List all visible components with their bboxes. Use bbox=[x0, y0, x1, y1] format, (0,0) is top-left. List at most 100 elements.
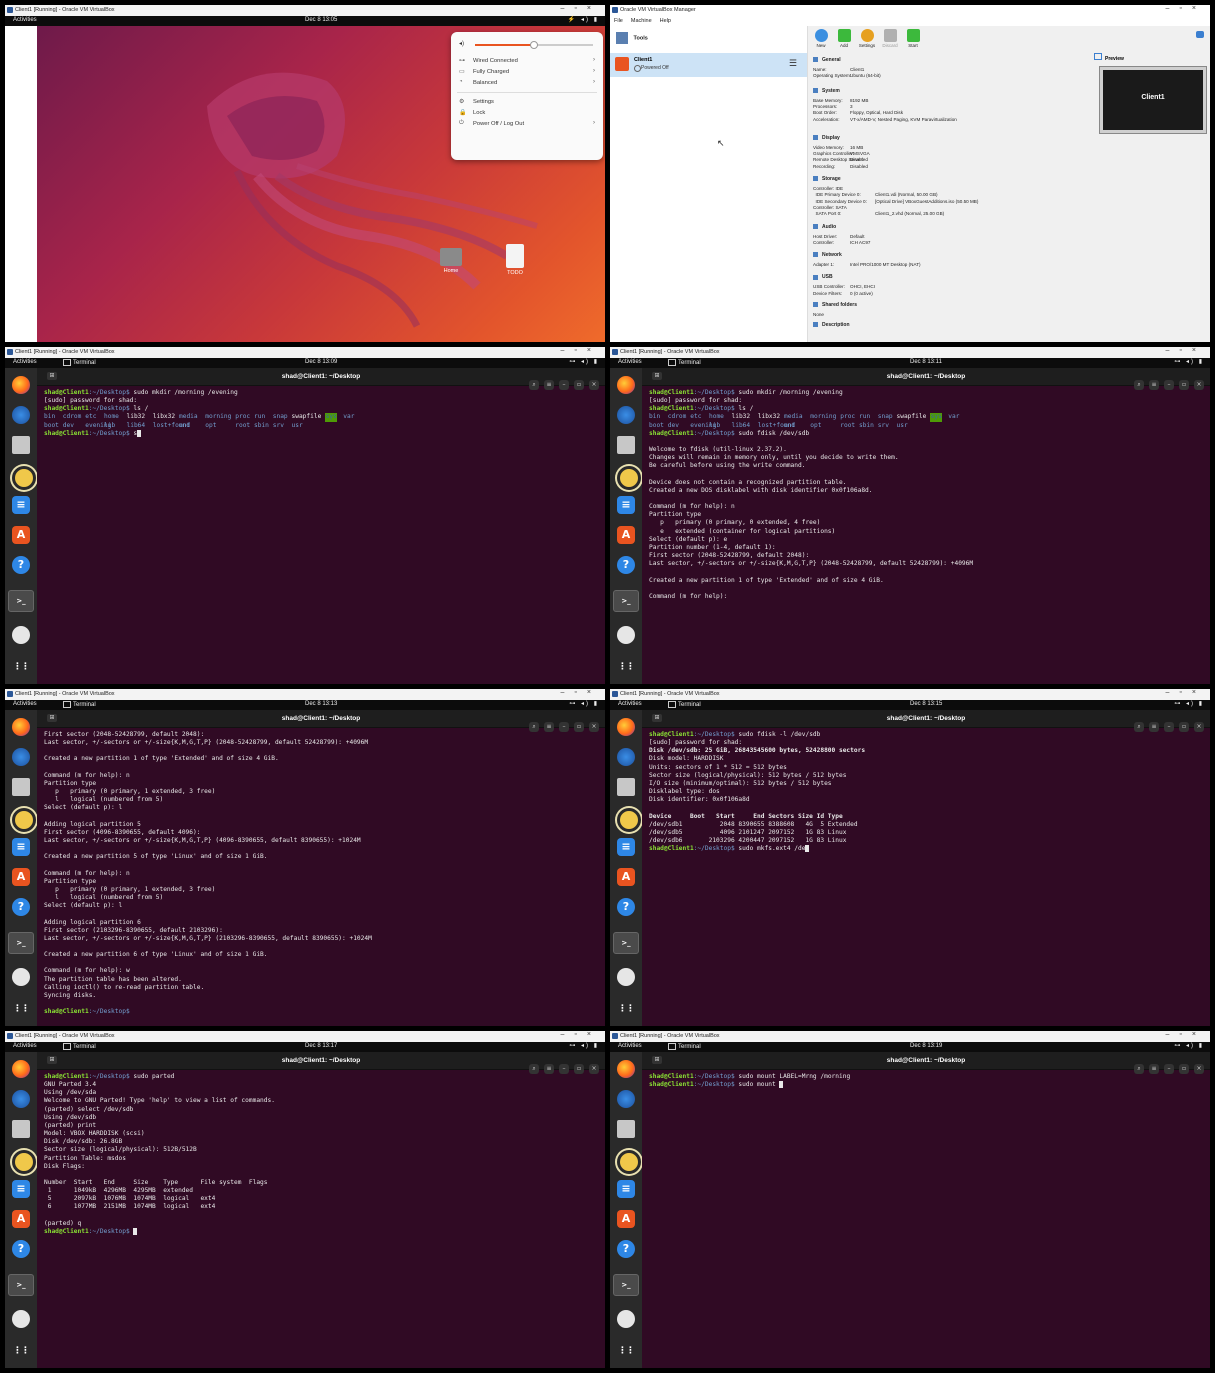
terminal-window[interactable]: ⊞ shad@Client1: ~/Desktop ⌕ ≡ – ▫ × shad@Client… bbox=[37, 368, 605, 684]
menu-machine[interactable]: Machine bbox=[631, 18, 652, 24]
activities-button[interactable]: Activities bbox=[13, 1043, 37, 1049]
activities-button[interactable]: Activities bbox=[13, 359, 37, 365]
help-icon[interactable]: ? bbox=[617, 1240, 635, 1258]
app-menu[interactable]: Terminal bbox=[668, 359, 701, 366]
details-section-header[interactable]: Shared folders bbox=[813, 302, 857, 308]
rhythmbox-icon[interactable] bbox=[12, 1150, 36, 1174]
terminal-icon[interactable]: >_ bbox=[613, 932, 639, 954]
activities-button[interactable]: Activities bbox=[618, 359, 642, 365]
menu-help[interactable]: Help bbox=[660, 18, 671, 24]
details-section-header[interactable]: Network bbox=[813, 252, 842, 258]
firefox-icon[interactable] bbox=[12, 376, 30, 394]
system-tray[interactable]: ⚡ ◂) ▮ bbox=[568, 16, 599, 23]
toolbar-discard-button[interactable]: Discard bbox=[879, 27, 901, 48]
help-icon[interactable] bbox=[1196, 31, 1204, 38]
files-icon[interactable] bbox=[12, 436, 30, 454]
window-controls[interactable]: –▫× bbox=[561, 347, 601, 354]
rhythmbox-icon[interactable] bbox=[617, 808, 641, 832]
toolbar-settings-button[interactable]: Settings bbox=[856, 27, 878, 48]
show-apps-icon[interactable]: ⋮⋮ bbox=[617, 1000, 635, 1018]
firefox-icon[interactable] bbox=[12, 718, 30, 736]
dvd-icon[interactable] bbox=[617, 968, 635, 986]
help-icon[interactable]: ? bbox=[617, 556, 635, 574]
terminal-icon[interactable]: >_ bbox=[613, 590, 639, 612]
system-menu-item[interactable]: ▭ Fully Charged › bbox=[459, 67, 595, 78]
tools-item[interactable]: Tools bbox=[616, 32, 648, 46]
clock[interactable]: Dec 8 13:15 bbox=[910, 701, 942, 707]
details-section-header[interactable]: Audio bbox=[813, 224, 836, 230]
rhythmbox-icon[interactable] bbox=[12, 466, 36, 490]
volume-slider[interactable]: ◂) bbox=[459, 41, 595, 49]
toolbar-add-button[interactable]: Add bbox=[833, 27, 855, 48]
help-icon[interactable]: ? bbox=[617, 898, 635, 916]
toolbar-start-button[interactable]: Start bbox=[902, 27, 924, 48]
menu-file[interactable]: File bbox=[614, 18, 623, 24]
window-controls[interactable]: –▫× bbox=[561, 689, 601, 696]
files-icon[interactable] bbox=[617, 778, 635, 796]
thunderbird-icon[interactable] bbox=[617, 1090, 635, 1108]
terminal-icon[interactable]: >_ bbox=[8, 590, 34, 612]
window-controls[interactable]: –▫× bbox=[1166, 689, 1206, 696]
terminal-window[interactable]: ⊞ shad@Client1: ~/Desktop ⌕ ≡ – ▫ × shad@Client… bbox=[642, 1052, 1210, 1368]
rhythmbox-icon[interactable] bbox=[617, 1150, 641, 1174]
desktop-icon-home[interactable]: Home bbox=[437, 248, 465, 274]
terminal-icon[interactable]: >_ bbox=[8, 932, 34, 954]
details-section-header[interactable]: System bbox=[813, 88, 840, 94]
system-tray[interactable]: ⊶ ◂) ▮ bbox=[1174, 1042, 1204, 1049]
clock[interactable]: Dec 8 13:11 bbox=[910, 359, 942, 365]
help-icon[interactable]: ? bbox=[12, 556, 30, 574]
dvd-icon[interactable] bbox=[12, 968, 30, 986]
system-menu-item[interactable]: ◔ Balanced › bbox=[459, 78, 595, 89]
terminal-icon[interactable]: >_ bbox=[613, 1274, 639, 1296]
clock[interactable]: Dec 8 13:13 bbox=[305, 701, 337, 707]
libreoffice-writer-icon[interactable]: ≡ bbox=[12, 838, 30, 856]
system-menu-item[interactable]: ⚙ Settings bbox=[459, 97, 595, 108]
details-section-header[interactable]: Storage bbox=[813, 176, 841, 182]
files-icon[interactable] bbox=[12, 1120, 30, 1138]
app-menu[interactable]: Terminal bbox=[63, 701, 96, 708]
rhythmbox-icon[interactable] bbox=[12, 808, 36, 832]
window-controls[interactable]: –▫× bbox=[1166, 5, 1206, 12]
dvd-icon[interactable] bbox=[617, 626, 635, 644]
terminal-window[interactable]: ⊞ shad@Client1: ~/Desktop ⌕ ≡ – ▫ × shad@Client… bbox=[37, 1052, 605, 1368]
libreoffice-writer-icon[interactable]: ≡ bbox=[617, 838, 635, 856]
show-apps-icon[interactable]: ⋮⋮ bbox=[12, 1000, 30, 1018]
system-tray[interactable]: ⊶ ◂) ▮ bbox=[1174, 700, 1204, 707]
activities-button[interactable]: Activities bbox=[618, 1043, 642, 1049]
thunderbird-icon[interactable] bbox=[617, 406, 635, 424]
software-center-icon[interactable]: A bbox=[617, 526, 635, 544]
toolbar-new-button[interactable]: New bbox=[810, 27, 832, 48]
libreoffice-writer-icon[interactable]: ≡ bbox=[617, 1180, 635, 1198]
firefox-icon[interactable] bbox=[617, 376, 635, 394]
software-center-icon[interactable]: A bbox=[12, 868, 30, 886]
dvd-icon[interactable] bbox=[12, 626, 30, 644]
system-menu-item[interactable]: 🔒 Lock bbox=[459, 108, 595, 119]
terminal-window[interactable]: ⊞ shad@Client1: ~/Desktop ⌕ ≡ – ▫ × shad@Client… bbox=[642, 710, 1210, 1026]
clock[interactable]: Dec 8 13:17 bbox=[305, 1043, 337, 1049]
activities-button[interactable]: Activities bbox=[13, 17, 37, 23]
app-menu[interactable]: Terminal bbox=[668, 701, 701, 708]
software-center-icon[interactable]: A bbox=[617, 1210, 635, 1228]
vm-menu-icon[interactable]: ☰ bbox=[789, 59, 797, 69]
app-menu[interactable]: Terminal bbox=[668, 1043, 701, 1050]
firefox-icon[interactable] bbox=[12, 1060, 30, 1078]
show-apps-icon[interactable]: ⋮⋮ bbox=[12, 1342, 30, 1360]
files-icon[interactable] bbox=[617, 1120, 635, 1138]
app-menu[interactable]: Terminal bbox=[63, 359, 96, 366]
clock[interactable]: Dec 8 13:05 bbox=[305, 17, 337, 23]
software-center-icon[interactable]: A bbox=[617, 868, 635, 886]
clock[interactable]: Dec 8 13:09 bbox=[305, 359, 337, 365]
vm-list-item[interactable]: Client1 Powered Off ☰ bbox=[610, 53, 807, 77]
show-apps-icon[interactable]: ⋮⋮ bbox=[617, 1342, 635, 1360]
activities-button[interactable]: Activities bbox=[618, 701, 642, 707]
system-menu-item[interactable]: ⊶ Wired Connected › bbox=[459, 56, 595, 67]
window-controls[interactable]: –▫× bbox=[1166, 1031, 1206, 1038]
software-center-icon[interactable]: A bbox=[12, 1210, 30, 1228]
thunderbird-icon[interactable] bbox=[12, 748, 30, 766]
thunderbird-icon[interactable] bbox=[12, 406, 30, 424]
system-tray[interactable]: ⊶ ◂) ▮ bbox=[569, 700, 599, 707]
thunderbird-icon[interactable] bbox=[617, 748, 635, 766]
system-tray[interactable]: ⊶ ◂) ▮ bbox=[569, 358, 599, 365]
window-controls[interactable]: –▫× bbox=[1166, 347, 1206, 354]
volume-knob[interactable] bbox=[530, 41, 538, 49]
